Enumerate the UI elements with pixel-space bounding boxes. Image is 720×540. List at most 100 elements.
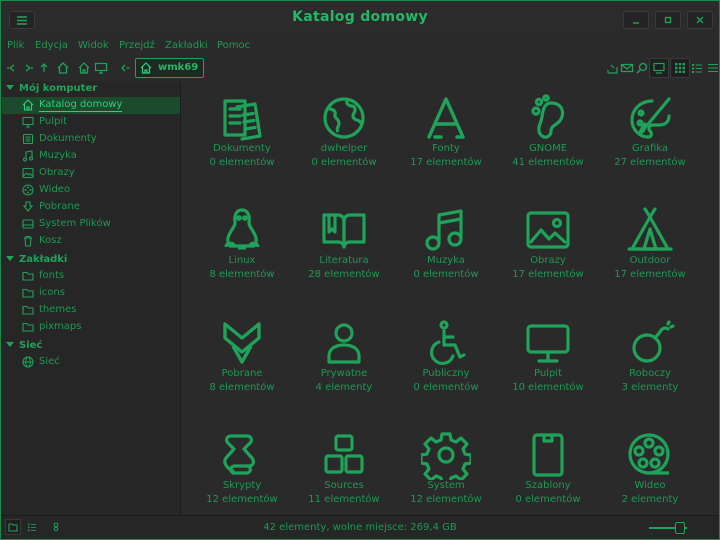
picture-icon [523, 205, 573, 255]
file-name: Pulpit [533, 368, 563, 379]
back-button[interactable] [5, 61, 19, 75]
file-count: 41 elementów [512, 157, 584, 168]
computer-button[interactable] [77, 61, 91, 75]
file-name: Sources [324, 480, 364, 491]
file-count: 0 elementów [311, 157, 377, 168]
file-name: Outdoor [629, 255, 671, 266]
file-item-linux[interactable]: Linux 8 elementów [187, 193, 297, 293]
path-segment-home[interactable]: wmk69 [135, 58, 205, 78]
home-button[interactable] [56, 61, 70, 75]
sidebar-item-label: pixmaps [39, 321, 82, 332]
close-button[interactable] [687, 11, 713, 29]
file-item-wideo[interactable]: Wideo 2 elementy [595, 418, 705, 518]
file-item-pobrane[interactable]: Pobrane 8 elementów [187, 306, 297, 406]
sidebar-item-icons[interactable]: icons [2, 285, 180, 302]
folder-icon [22, 304, 34, 316]
file-item-literatura[interactable]: Literatura 28 elementów [289, 193, 399, 293]
sidebar-item-pixmaps[interactable]: pixmaps [2, 319, 180, 336]
home-icon [140, 62, 152, 74]
location-toggle-icon [117, 61, 131, 75]
home-icon [22, 99, 34, 111]
file-item-szablony[interactable]: Szablony 0 elementów [493, 418, 603, 518]
file-item-grafika[interactable]: Grafika 27 elementów [595, 81, 705, 181]
sidebar-item-filesystem[interactable]: System Plików [2, 216, 180, 233]
file-item-roboczy[interactable]: Roboczy 3 elementy [595, 306, 705, 406]
sidebar-item-label: themes [39, 304, 77, 315]
mail-button[interactable] [620, 61, 634, 75]
sidebar-item-home[interactable]: Katalog domowy [2, 97, 180, 114]
desktop-button[interactable] [94, 61, 108, 75]
sidebar-item-fonts[interactable]: fonts [2, 268, 180, 285]
folder-icon [22, 321, 34, 333]
sidebar-item-label: Muzyka [39, 150, 77, 161]
file-item-gnome[interactable]: GNOME 41 elementów [493, 81, 603, 181]
file-name: Publiczny [422, 368, 470, 379]
sidebar-section-network[interactable]: Sieć [6, 340, 42, 351]
file-item-fonty[interactable]: Fonty 17 elementów [391, 81, 501, 181]
book-icon [319, 205, 369, 255]
file-item-prywatne[interactable]: Prywatne 4 elementy [289, 306, 399, 406]
toggle-path-button[interactable] [117, 61, 131, 75]
file-item-obrazy[interactable]: Obrazy 17 elementów [493, 193, 603, 293]
menu-file[interactable]: Plik [7, 40, 24, 51]
expand-triangle-icon [6, 342, 14, 347]
expand-triangle-icon [6, 85, 14, 90]
sidebar-item-trash[interactable]: Kosz [2, 233, 180, 250]
file-count: 17 elementów [512, 269, 584, 280]
menu-view[interactable]: Widok [78, 40, 109, 51]
toolbar: wmk69 [1, 56, 719, 80]
maximize-button[interactable] [655, 11, 681, 29]
title-bar[interactable]: Katalog domowy [1, 1, 719, 37]
expand-triangle-icon [6, 256, 14, 261]
file-count: 2 elementy [621, 494, 679, 505]
file-name: System [427, 480, 465, 491]
sidebar-item-label: Wideo [39, 184, 71, 195]
file-item-muzyka[interactable]: Muzyka 0 elementów [391, 193, 501, 293]
file-item-system[interactable]: System 12 elementów [391, 418, 501, 518]
search-button[interactable] [635, 61, 649, 75]
sidebar-item-network[interactable]: Sieć [2, 354, 180, 371]
zoom-slider-handle[interactable] [675, 522, 685, 534]
sidebar-item-label: Dokumenty [39, 133, 97, 144]
menu-go[interactable]: Przejdź [119, 40, 155, 51]
sidebar-section-bookmarks[interactable]: Zakładki [6, 254, 67, 265]
sidebar-item-desktop[interactable]: Pulpit [2, 114, 180, 131]
file-item-outdoor[interactable]: Outdoor 17 elementów [595, 193, 705, 293]
file-item-publiczny[interactable]: Publiczny 0 elementów [391, 306, 501, 406]
forward-button[interactable] [21, 61, 35, 75]
sidebar-item-pictures[interactable]: Obrazy [2, 165, 180, 182]
maximize-icon [664, 16, 672, 24]
file-item-dwhelper[interactable]: dwhelper 0 elementów [289, 81, 399, 181]
compact-view-button[interactable] [703, 58, 720, 78]
minimize-button[interactable] [623, 11, 649, 29]
sidebar-item-downloads[interactable]: Pobrane [2, 199, 180, 216]
sidebar-item-label: icons [39, 287, 65, 298]
sidebar-item-label: System Plików [39, 218, 111, 229]
sidebar-item-label: fonts [39, 270, 65, 281]
menu-bookmarks[interactable]: Zakładki [165, 40, 208, 51]
file-item-sources[interactable]: Sources 11 elementów [289, 418, 399, 518]
file-item-dokumenty[interactable]: Dokumenty 0 elementów [187, 81, 297, 181]
file-item-pulpit[interactable]: Pulpit 10 elementów [493, 306, 603, 406]
file-count: 28 elementów [308, 269, 380, 280]
sidebar-item-label: Sieć [39, 356, 60, 367]
menu-edit[interactable]: Edycja [35, 40, 68, 51]
sidebar-item-music[interactable]: Muzyka [2, 148, 180, 165]
sidebar-item-documents[interactable]: Dokumenty [2, 131, 180, 148]
sidebar-section-computer[interactable]: Mój komputer [6, 83, 97, 94]
menu-help[interactable]: Pomoc [217, 40, 250, 51]
network-icon [22, 356, 34, 368]
sidebar-item-themes[interactable]: themes [2, 302, 180, 319]
file-item-skrypty[interactable]: Skrypty 12 elementów [187, 418, 297, 518]
file-count: 12 elementów [410, 494, 482, 505]
file-name: Literatura [319, 255, 369, 266]
up-button[interactable] [37, 61, 51, 75]
file-name: Roboczy [629, 368, 671, 379]
minimize-icon [632, 16, 640, 24]
sidebar-item-videos[interactable]: Wideo [2, 182, 180, 199]
new-folder-button[interactable] [605, 61, 619, 75]
envelope-icon [620, 61, 634, 75]
terminal-toggle-button[interactable] [649, 58, 669, 78]
window-title: Katalog domowy [292, 9, 428, 25]
documents-icon [22, 133, 34, 145]
